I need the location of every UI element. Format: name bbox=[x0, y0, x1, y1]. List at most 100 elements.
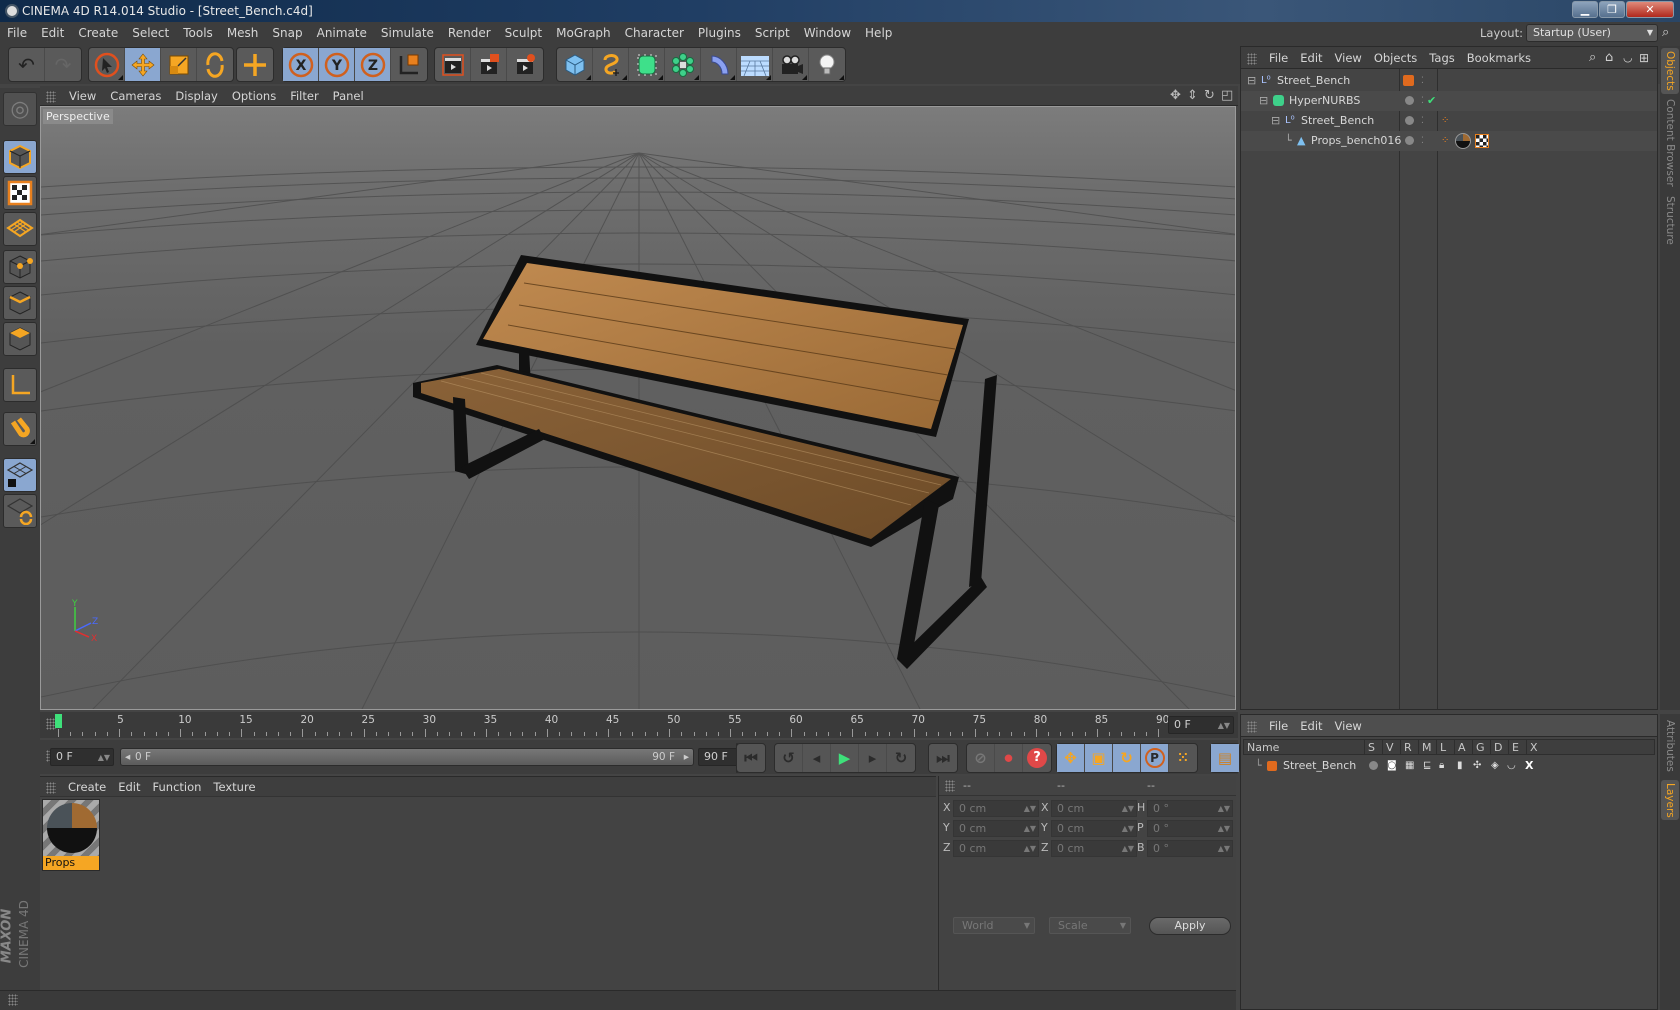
visibility-dots-icon[interactable]: ⁚ bbox=[1421, 131, 1424, 151]
stepper-icon[interactable]: ▲▼ bbox=[1122, 841, 1134, 856]
material-menu-function[interactable]: Function bbox=[147, 777, 208, 797]
key-pla-button[interactable]: ⁙ bbox=[1169, 744, 1197, 772]
workplane-mode-button[interactable] bbox=[3, 212, 37, 246]
menu-window[interactable]: Window bbox=[797, 22, 858, 44]
layer-dot-icon[interactable] bbox=[1405, 96, 1414, 105]
layer-row[interactable]: └ Street_Bench ◙ ▦ ⊑ 🔒︎ ▮ ✣ ◈ ◡ X bbox=[1243, 757, 1655, 775]
environment-button[interactable] bbox=[737, 48, 773, 81]
rotation-field[interactable]: 0 ° ▲▼ bbox=[1147, 840, 1233, 857]
playhead[interactable] bbox=[55, 714, 62, 728]
stepper-icon[interactable]: ▲▼ bbox=[98, 750, 110, 766]
menu-file[interactable]: File bbox=[0, 22, 34, 44]
menu-render[interactable]: Render bbox=[441, 22, 498, 44]
key-position-button[interactable]: ✥ bbox=[1057, 744, 1085, 772]
menu-simulate[interactable]: Simulate bbox=[374, 22, 441, 44]
deformer-button[interactable] bbox=[701, 48, 737, 81]
uvw-tag-icon[interactable] bbox=[1475, 134, 1489, 148]
panel-grip[interactable] bbox=[1247, 53, 1257, 65]
viewport-menu-filter[interactable]: Filter bbox=[283, 86, 325, 106]
next-frame-button[interactable]: ▸ bbox=[859, 744, 887, 772]
panel-grip[interactable] bbox=[945, 780, 955, 792]
material-tag-icon[interactable] bbox=[1455, 133, 1471, 149]
layer-color-swatch[interactable] bbox=[1403, 75, 1414, 86]
rotate-view-icon[interactable]: ↻ bbox=[1204, 86, 1215, 106]
deformers-toggle-icon[interactable]: ◈ bbox=[1491, 757, 1499, 775]
object-row[interactable]: ⊟ L⁰ Street_Bench ⁚ bbox=[1241, 71, 1657, 91]
panel-grip[interactable] bbox=[46, 91, 56, 103]
menu-mograph[interactable]: MoGraph bbox=[549, 22, 618, 44]
keyframe-selection-button[interactable]: ? bbox=[1023, 744, 1051, 772]
collapse-icon[interactable]: ⊟ bbox=[1271, 111, 1280, 131]
go-to-end-button[interactable]: ⏭ bbox=[929, 744, 957, 772]
position-field[interactable]: 0 cm ▲▼ bbox=[953, 820, 1039, 837]
material-menu-texture[interactable]: Texture bbox=[207, 777, 261, 797]
start-frame-field[interactable]: 0 F ▲▼ bbox=[50, 748, 114, 766]
maximize-view-icon[interactable]: ◰ bbox=[1221, 86, 1233, 106]
scale-button[interactable] bbox=[161, 48, 197, 81]
go-to-start-button[interactable]: ⏮ bbox=[737, 744, 765, 772]
live-selection-button[interactable] bbox=[89, 48, 125, 81]
stepper-icon[interactable]: ▲▼ bbox=[1122, 801, 1134, 816]
viewport-menu-cameras[interactable]: Cameras bbox=[103, 86, 168, 106]
layer-menu-view[interactable]: View bbox=[1329, 715, 1368, 737]
enabled-checkmark-icon[interactable]: ✔ bbox=[1427, 91, 1436, 111]
home-icon[interactable]: ⌂ bbox=[1605, 47, 1613, 69]
spline-button[interactable] bbox=[593, 48, 629, 81]
cube-button[interactable] bbox=[557, 48, 593, 81]
column-v[interactable]: V bbox=[1382, 740, 1399, 755]
stepper-icon[interactable]: ▲▼ bbox=[1218, 801, 1230, 816]
light-button[interactable] bbox=[809, 48, 845, 81]
stepper-icon[interactable]: ▲▼ bbox=[1218, 821, 1230, 836]
layer-menu-file[interactable]: File bbox=[1263, 715, 1294, 737]
tab-objects[interactable]: Objects bbox=[1661, 48, 1679, 94]
move-view-icon[interactable]: ✥ bbox=[1170, 86, 1181, 106]
column-m[interactable]: M bbox=[1418, 740, 1435, 755]
snap-button[interactable] bbox=[3, 412, 37, 446]
coordinate-space-dropdown[interactable]: World ▼ bbox=[953, 917, 1035, 934]
menu-character[interactable]: Character bbox=[618, 22, 691, 44]
xrefs-toggle-icon[interactable]: X bbox=[1525, 757, 1533, 775]
stepper-icon[interactable]: ▲▼ bbox=[1024, 821, 1036, 836]
animation-toggle-icon[interactable]: ▮ bbox=[1457, 757, 1463, 775]
object-row[interactable]: ⊟ L⁰ Street_Bench ⁚ ⁘ bbox=[1241, 111, 1657, 131]
viewport-menu-options[interactable]: Options bbox=[225, 86, 283, 106]
object-menu-view[interactable]: View bbox=[1329, 47, 1368, 69]
current-frame-field[interactable]: 0 F ▲▼ bbox=[1168, 716, 1234, 734]
panel-grip[interactable] bbox=[8, 994, 18, 1006]
object-menu-file[interactable]: File bbox=[1263, 47, 1294, 69]
menu-select[interactable]: Select bbox=[125, 22, 176, 44]
size-field[interactable]: 0 cm ▲▼ bbox=[1051, 800, 1137, 817]
transform-mode-dropdown[interactable]: Scale ▼ bbox=[1049, 917, 1131, 934]
make-editable-button[interactable]: ◎ bbox=[3, 92, 37, 126]
timeline-window-button[interactable]: ▤ bbox=[1211, 744, 1239, 772]
cloner-button[interactable] bbox=[665, 48, 701, 81]
subdivision-surface-button[interactable] bbox=[629, 48, 665, 81]
object-menu-objects[interactable]: Objects bbox=[1368, 47, 1423, 69]
stepper-icon[interactable]: ▲▼ bbox=[1218, 718, 1230, 734]
layer-dot-icon[interactable] bbox=[1405, 116, 1414, 125]
autokey-button[interactable]: ⊘ bbox=[967, 744, 995, 772]
column-name[interactable]: Name bbox=[1247, 740, 1279, 755]
panel-grip[interactable] bbox=[1247, 721, 1257, 733]
key-rotation-button[interactable]: ↻ bbox=[1113, 744, 1141, 772]
workplane-lock-button[interactable] bbox=[3, 458, 37, 492]
object-menu-tags[interactable]: Tags bbox=[1423, 47, 1460, 69]
stepper-icon[interactable]: ▲▼ bbox=[1024, 801, 1036, 816]
camera-button[interactable] bbox=[773, 48, 809, 81]
stepper-icon[interactable]: ▲▼ bbox=[1122, 821, 1134, 836]
column-e[interactable]: E bbox=[1508, 740, 1525, 755]
object-row[interactable]: └ ▲ Props_bench016 ⁚ ⁘ bbox=[1241, 131, 1657, 151]
object-row[interactable]: ⊟ HyperNURBS ⁚ ✔ bbox=[1241, 91, 1657, 111]
material-menu-edit[interactable]: Edit bbox=[112, 777, 146, 797]
layer-menu-edit[interactable]: Edit bbox=[1294, 715, 1328, 737]
play-button[interactable]: ▶ bbox=[831, 744, 859, 772]
apply-button[interactable]: Apply bbox=[1149, 917, 1231, 935]
timeline-ruler[interactable]: 051015202530354045505560657075808590 0 F… bbox=[40, 712, 1238, 738]
expressions-toggle-icon[interactable]: ◡ bbox=[1507, 757, 1516, 775]
phong-tag-icon[interactable]: ⁘ bbox=[1441, 111, 1449, 131]
minimize-button[interactable]: ▁ bbox=[1572, 1, 1598, 18]
perspective-viewport[interactable]: Y Z X Perspective bbox=[40, 106, 1236, 710]
menu-edit[interactable]: Edit bbox=[34, 22, 71, 44]
render-picture-viewer-button[interactable] bbox=[471, 48, 507, 81]
column-r[interactable]: R bbox=[1400, 740, 1417, 755]
